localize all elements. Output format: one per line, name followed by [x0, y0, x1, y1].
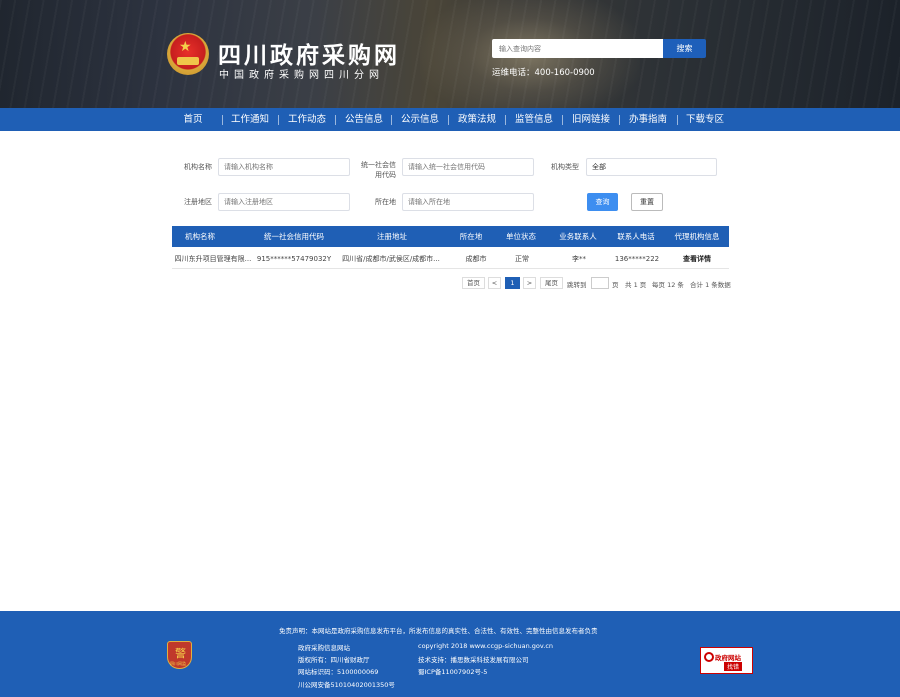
- table-header: 机构名称 统一社会信用代码 注册地址 所在地 单位状态 业务联系人 联系人电话 …: [172, 226, 729, 247]
- prev-page-button[interactable]: <: [488, 277, 501, 289]
- col-contact: 业务联系人: [559, 232, 597, 241]
- next-page-button[interactable]: >: [523, 277, 536, 289]
- cell-credit-code: 915******57479032Y: [256, 255, 332, 263]
- view-details-link[interactable]: 查看详情: [672, 250, 722, 269]
- nav-item-policies[interactable]: 政策法规: [453, 108, 501, 131]
- nav-item-work-notice[interactable]: 工作通知: [226, 108, 274, 131]
- footer-left-line-2: 版权所有：四川省财政厅: [298, 656, 370, 664]
- query-button[interactable]: 查询: [587, 193, 618, 211]
- main-nav: 首页 工作通知 工作动态 公告信息 公示信息 政策法规 监管信息 旧网链接 办事…: [0, 108, 900, 131]
- search-input[interactable]: [492, 39, 663, 58]
- footer-disclaimer: 免责声明：本网站是政府采购信息发布平台，所发布信息的真实性、合法性、有效性、完整…: [279, 627, 598, 635]
- nav-item-work-news[interactable]: 工作动态: [283, 108, 331, 131]
- last-page-button[interactable]: 尾页: [540, 277, 563, 289]
- cell-org-name: 四川东升项目管理有限...: [174, 255, 252, 263]
- org-type-select[interactable]: 全部: [586, 158, 717, 176]
- col-agency-info: 代理机构信息: [674, 232, 720, 241]
- total-records-text: 合计 1 条数据: [690, 281, 731, 289]
- search-button[interactable]: 搜索: [663, 39, 706, 58]
- footer-right-line-1: copyright 2018 www.ccgp-sichuan.gov.cn: [418, 642, 554, 650]
- jump-page-input[interactable]: [591, 277, 609, 289]
- reg-area-label: 注册地区: [184, 198, 212, 206]
- col-location: 所在地: [459, 232, 483, 241]
- col-status: 单位状态: [506, 232, 536, 241]
- police-badge-icon[interactable]: 警四川网监: [167, 641, 192, 669]
- nav-item-old-site[interactable]: 旧网链接: [567, 108, 615, 131]
- site-subtitle: 中国政府采购网四川分网: [219, 70, 384, 81]
- magnifier-icon: [704, 652, 714, 662]
- footer-left-line-4[interactable]: 川公网安备51010402001350号: [298, 679, 395, 689]
- site-header: [0, 0, 900, 108]
- footer-left-line-3: 网站标识码：5100000069: [298, 668, 379, 676]
- page-unit-label: 页: [612, 281, 619, 289]
- reg-area-input[interactable]: [218, 193, 350, 211]
- org-name-input[interactable]: [218, 158, 350, 176]
- footer-right-line-2: 技术支持：播思数采科技发展有限公司: [418, 656, 529, 664]
- cell-reg-address: 四川省/成都市/武侯区/成都市...: [342, 255, 440, 263]
- nav-item-public-notices[interactable]: 公示信息: [396, 108, 444, 131]
- cell-location: 成都市: [465, 255, 487, 263]
- nav-item-downloads[interactable]: 下载专区: [681, 108, 729, 131]
- col-credit-code: 统一社会信用代码: [264, 232, 324, 241]
- total-pages-text: 共 1 页: [625, 281, 647, 289]
- table-row: 四川东升项目管理有限... 915******57479032Y 四川省/成都市…: [172, 250, 729, 269]
- org-type-label: 机构类型: [551, 163, 579, 171]
- col-phone: 联系人电话: [617, 232, 655, 241]
- first-page-button[interactable]: 首页: [462, 277, 485, 289]
- location-input[interactable]: [402, 193, 534, 211]
- cell-status: 正常: [515, 255, 529, 263]
- jump-to-label: 跳转到: [567, 281, 587, 289]
- nav-item-guide[interactable]: 办事指南: [624, 108, 672, 131]
- footer-left-line-1: 政府采购信息网站: [298, 644, 350, 652]
- col-org-name: 机构名称: [185, 232, 215, 241]
- page-1-button[interactable]: 1: [505, 277, 520, 289]
- nav-item-supervision[interactable]: 监管信息: [510, 108, 558, 131]
- footer-right-line-3[interactable]: 蜀ICP备11007902号-5: [418, 666, 487, 676]
- per-page-text: 每页 12 条: [652, 281, 684, 289]
- location-label: 所在地: [375, 198, 396, 206]
- reset-button[interactable]: 重置: [631, 193, 663, 211]
- credit-code-input[interactable]: [402, 158, 534, 176]
- nav-item-announcements[interactable]: 公告信息: [340, 108, 388, 131]
- col-reg-address: 注册地址: [377, 232, 407, 241]
- site-title[interactable]: 四川政府采购网: [218, 36, 400, 70]
- org-name-label: 机构名称: [184, 163, 212, 171]
- cell-phone: 136*****222: [614, 255, 660, 263]
- hotline-text: 运维电话：400-160-0900: [492, 68, 595, 78]
- cell-contact: 李**: [572, 255, 586, 263]
- gov-site-error-report-badge[interactable]: 政府网站 找错: [700, 647, 753, 674]
- nav-item-home[interactable]: 首页: [176, 108, 210, 131]
- credit-code-label: 统一社会信 用代码: [361, 161, 396, 179]
- national-emblem-icon: ★: [167, 33, 209, 75]
